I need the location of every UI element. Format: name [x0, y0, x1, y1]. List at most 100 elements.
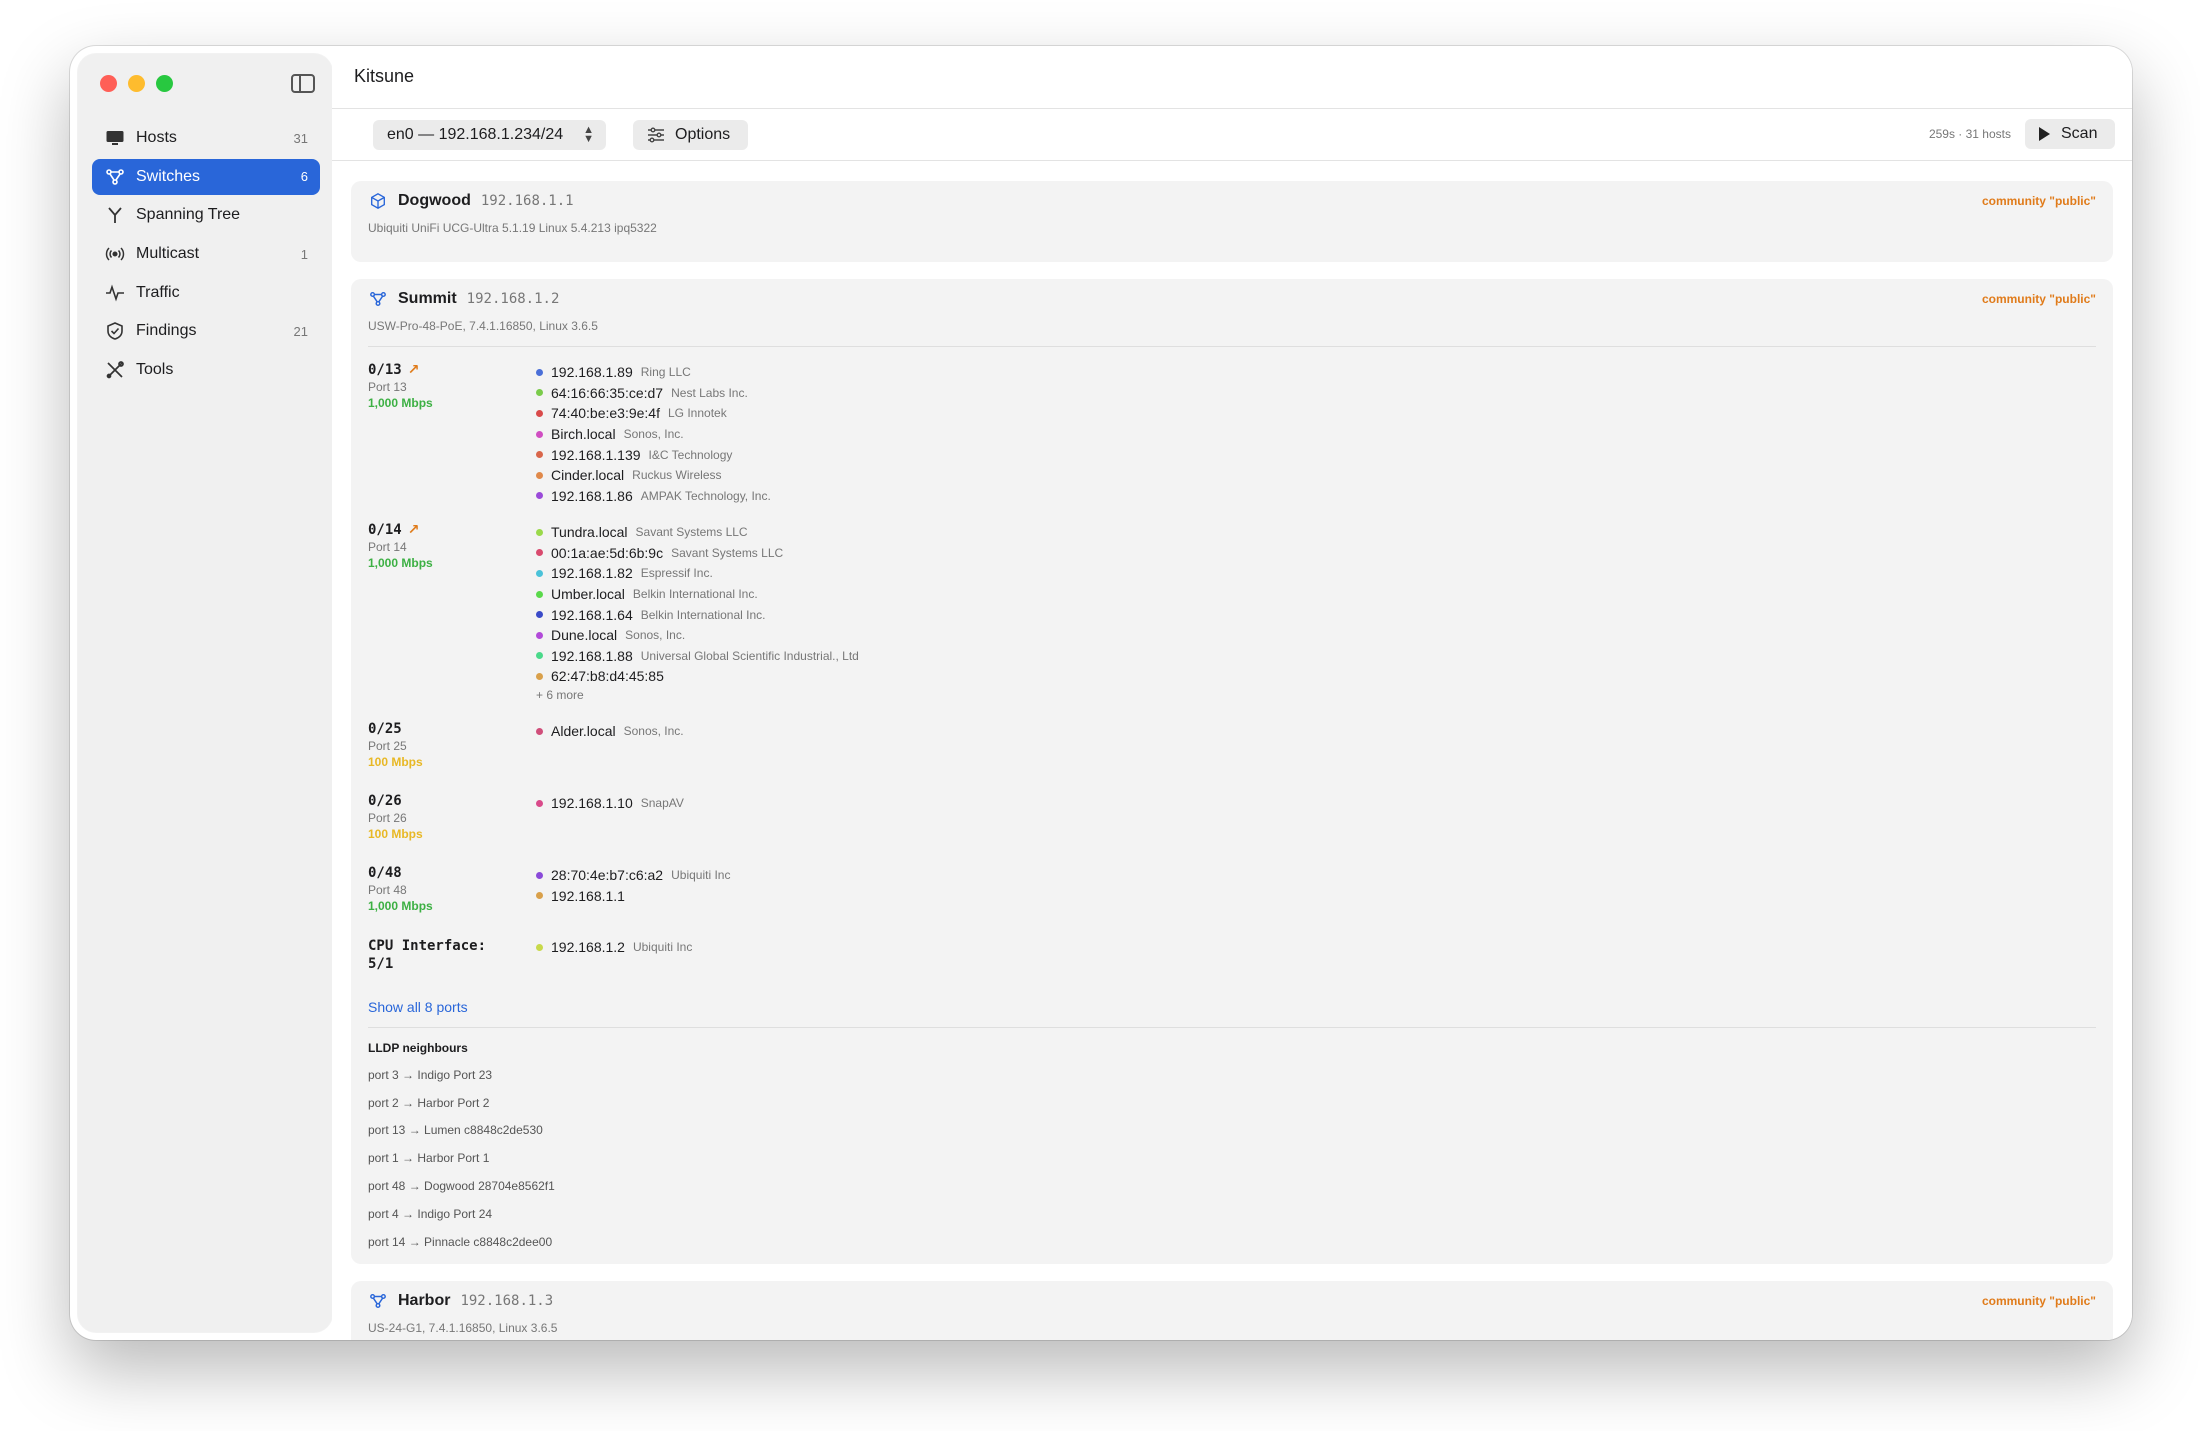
host-name: 192.168.1.86 — [551, 487, 633, 504]
host-row[interactable]: Tundra.local Savant Systems LLC — [536, 522, 859, 543]
status-dot-icon — [536, 492, 543, 500]
interface-select-value: en0 — 192.168.1.234/24 — [387, 126, 564, 143]
port-list: 0/13 ↗ Port 13 1,000 Mbps 192.168.1.89 Rin… — [368, 362, 2096, 992]
host-row[interactable]: 74:40:be:e3:9e:4f LG Innotek — [536, 403, 771, 424]
sidebar-item-multicast[interactable]: Multicast 1 — [92, 236, 320, 272]
options-label: Options — [675, 126, 731, 143]
port-label: Port 48 — [368, 883, 407, 897]
sidebar-item-spanning-tree[interactable]: Spanning Tree — [92, 197, 320, 233]
window-title: Kitsune — [354, 66, 415, 86]
port-label: Port 26 — [368, 811, 407, 825]
host-row[interactable]: Birch.local Sonos, Inc. — [536, 424, 771, 445]
sidebar-toggle-icon[interactable] — [291, 74, 315, 93]
host-vendor: Universal Global Scientific Industrial.,… — [640, 648, 859, 663]
host-name: 192.168.1.82 — [551, 565, 633, 582]
sidebar-item-label: Traffic — [136, 283, 180, 301]
sidebar-item-count: 31 — [293, 130, 308, 146]
status-dot-icon — [536, 631, 543, 639]
host-row[interactable]: 192.168.1.88 Universal Global Scientific … — [536, 646, 859, 667]
more-hosts-link[interactable]: + 6 more — [536, 688, 859, 702]
port-name: 0/26 — [368, 793, 402, 809]
sidebar-item-label: Tools — [136, 361, 174, 379]
host-row[interactable]: 28:70:4e:b7:c6:a2 Ubiquiti Inc — [536, 865, 730, 886]
sidebar-item-switches[interactable]: Switches 6 — [92, 158, 320, 195]
device-subtitle: Ubiquiti UniFi UCG-Ultra 5.1.19 Linux 5.… — [368, 221, 657, 235]
host-row[interactable]: 192.168.1.86 AMPAK Technology, Inc. — [536, 486, 771, 507]
up-down-chevron-icon: ▲ ▼ — [583, 124, 594, 145]
host-row[interactable]: 192.168.1.139 I&C Technology — [536, 444, 771, 465]
device-ip: 192.168.1.2 — [466, 291, 560, 307]
sidebar-item-hosts[interactable]: Hosts 31 — [92, 120, 320, 156]
status-dot-icon — [536, 549, 543, 557]
sidebar-item-label: Switches — [136, 167, 201, 185]
host-vendor: Ubiquiti Inc — [632, 940, 693, 955]
port-name: 0/14 — [368, 522, 402, 538]
host-vendor: Sonos, Inc. — [625, 628, 686, 643]
toolbar: en0 — 192.168.1.234/24 ▲ ▼ Options 259s ·… — [332, 109, 2132, 161]
shield-check-icon — [104, 320, 126, 342]
port-speed: 100 Mbps — [368, 755, 423, 769]
host-row[interactable]: 00:1a:ae:5d:6b:9c Savant Systems LLC — [536, 543, 859, 564]
host-row[interactable]: 192.168.1.10 SnapAV — [536, 793, 684, 814]
scan-status: 259s · 31 hosts — [1928, 127, 2011, 141]
host-row[interactable]: 192.168.1.89 Ring LLC — [536, 362, 771, 383]
play-icon — [2039, 127, 2050, 141]
host-vendor: Savant Systems LLC — [671, 545, 784, 560]
host-vendor: Nest Labs Inc. — [671, 385, 748, 400]
host-row[interactable]: Cinder.local Ruckus Wireless — [536, 465, 771, 486]
interface-select[interactable]: en0 — 192.168.1.234/24 ▲ ▼ — [373, 120, 606, 150]
close-window-button[interactable] — [100, 75, 117, 92]
port-name: CPU Interface: 5/1 — [368, 938, 487, 972]
sidebar-item-count: 21 — [293, 323, 308, 339]
sidebar-item-label: Spanning Tree — [136, 206, 241, 224]
sidebar-item-findings[interactable]: Findings 21 — [92, 313, 320, 349]
host-vendor: SnapAV — [640, 796, 684, 811]
network-icon — [104, 166, 126, 188]
status-dot-icon — [536, 652, 543, 660]
status-dot-icon — [536, 611, 543, 619]
host-row[interactable]: 62:47:b8:d4:45:85 — [536, 666, 859, 687]
sliders-icon — [648, 127, 664, 143]
port-name: 0/25 — [368, 721, 402, 737]
divider — [368, 346, 2096, 347]
host-row[interactable]: 192.168.1.2 Ubiquiti Inc — [536, 937, 692, 958]
device-ip: 192.168.1.1 — [480, 193, 574, 209]
sidebar-item-tools[interactable]: Tools — [92, 352, 320, 388]
title-bar: Kitsune — [332, 46, 2132, 109]
host-row[interactable]: Umber.local Belkin International Inc. — [536, 584, 859, 605]
status-dot-icon — [536, 569, 543, 577]
device-card[interactable]: Dogwood 192.168.1.1 community "public" U… — [351, 181, 2113, 262]
community-badge: community "public" — [1981, 1294, 2096, 1308]
status-dot-icon — [536, 409, 543, 417]
host-row[interactable]: 192.168.1.1 — [536, 886, 730, 907]
device-card[interactable]: Summit 192.168.1.2 community "public" US… — [351, 279, 2113, 1264]
port-hosts: 192.168.1.89 Ring LLC 64:16:66:35:ce:d7 Nes… — [536, 362, 771, 506]
host-vendor: LG Innotek — [668, 406, 727, 421]
host-row[interactable]: 64:16:66:35:ce:d7 Nest Labs Inc. — [536, 383, 771, 404]
port-speed: 1,000 Mbps — [368, 396, 433, 410]
device-name: Harbor — [398, 1292, 451, 1309]
minimize-window-button[interactable] — [128, 75, 145, 92]
sidebar-item-traffic[interactable]: Traffic — [92, 275, 320, 311]
host-name: 64:16:66:35:ce:d7 — [551, 384, 664, 401]
host-name: 62:47:b8:d4:45:85 — [551, 668, 664, 685]
host-vendor: Ubiquiti Inc — [671, 868, 731, 883]
host-row[interactable]: 192.168.1.64 Belkin International Inc. — [536, 604, 859, 625]
host-row[interactable]: Alder.local Sonos, Inc. — [536, 721, 684, 742]
status-dot-icon — [536, 892, 543, 900]
zoom-window-button[interactable] — [156, 75, 173, 92]
lldp-neighbour: port 48 → Dogwood 28704e8562f1 — [368, 1179, 555, 1194]
fork-icon — [104, 204, 126, 226]
host-row[interactable]: Dune.local Sonos, Inc. — [536, 625, 859, 646]
port-speed: 1,000 Mbps — [368, 556, 433, 570]
scan-button[interactable]: Scan — [2025, 119, 2115, 149]
host-name: Dune.local — [551, 627, 618, 644]
port-hosts: 28:70:4e:b7:c6:a2 Ubiquiti Inc 192.168.1.1 — [536, 865, 730, 906]
show-all-ports-link[interactable]: Show all 8 ports — [368, 999, 2096, 1015]
port-label: Port 14 — [368, 540, 407, 554]
host-row[interactable]: 192.168.1.82 Espressif Inc. — [536, 563, 859, 584]
status-dot-icon — [536, 943, 543, 951]
device-name: Dogwood — [398, 192, 471, 209]
options-button[interactable]: Options — [633, 120, 748, 150]
device-card[interactable]: Harbor 192.168.1.3 community "public" US… — [351, 1281, 2113, 1340]
